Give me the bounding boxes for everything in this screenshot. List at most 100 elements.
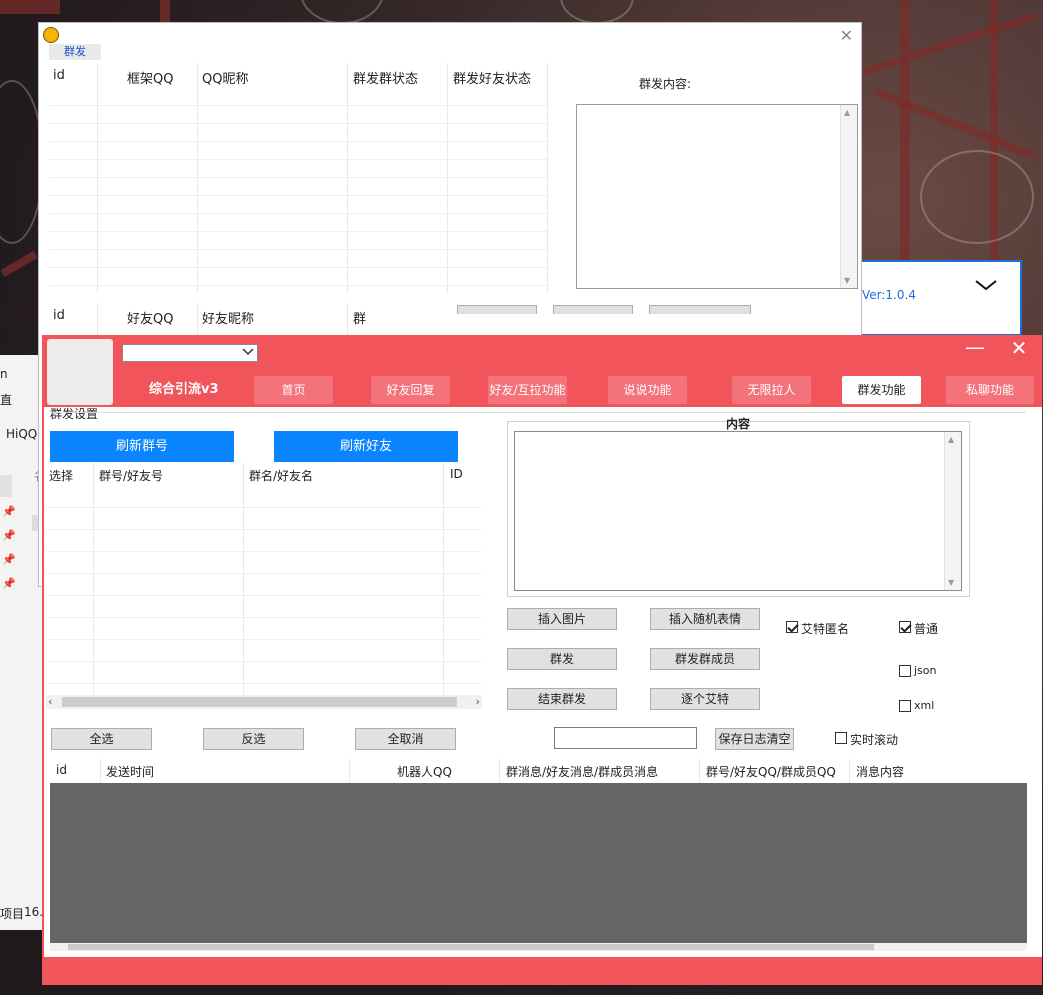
grid-line xyxy=(49,177,549,178)
stop-send-button[interactable]: 结束群发 xyxy=(507,688,617,710)
wallpaper-girder xyxy=(900,0,910,260)
explorer-selected-row[interactable] xyxy=(0,475,12,497)
column-header: 群号/好友号 xyxy=(99,469,164,483)
normal-checkbox[interactable] xyxy=(899,621,911,633)
horizontal-scrollbar[interactable]: ‹ › xyxy=(46,695,482,709)
anonymous-at-label: 艾特匿名 xyxy=(801,622,850,636)
scroll-up-icon[interactable]: ▲ xyxy=(948,435,954,444)
column-header: 框架QQ xyxy=(127,72,174,87)
hidden-button[interactable] xyxy=(457,305,537,314)
grid-line xyxy=(49,105,549,106)
insert-emoji-button[interactable]: 插入随机表情 xyxy=(650,608,760,630)
column-header: 群号/好友QQ/群成员QQ xyxy=(706,765,836,779)
wallpaper-girder xyxy=(863,12,1037,76)
select-all-button[interactable]: 全选 xyxy=(51,728,152,750)
column-header: id xyxy=(53,308,65,323)
grid-line xyxy=(849,759,850,783)
chevron-down-icon[interactable] xyxy=(242,347,254,357)
explorer-text: n xyxy=(0,367,8,381)
hidden-button[interactable] xyxy=(649,305,751,314)
explorer-status-items: 项目 xyxy=(0,907,25,921)
log-filter-input[interactable] xyxy=(554,727,697,749)
tab-friend-mutual[interactable]: 好友/互拉功能 xyxy=(488,376,567,404)
refresh-friends-button[interactable]: 刷新好友 xyxy=(274,431,458,462)
grid-line xyxy=(46,617,482,618)
tab-moments[interactable]: 说说功能 xyxy=(608,376,687,404)
grid-line xyxy=(49,213,549,214)
column-header: 发送时间 xyxy=(106,765,155,779)
scrollbar[interactable]: ▲ ▼ xyxy=(840,105,857,288)
scroll-down-icon[interactable]: ▼ xyxy=(948,578,954,587)
grid-line xyxy=(349,759,350,783)
version-popup: Ver:1.0.4 xyxy=(840,260,1022,336)
grid-line xyxy=(49,123,549,124)
grid-line xyxy=(46,507,482,508)
grid-line xyxy=(46,595,482,596)
window-border xyxy=(42,407,44,957)
realtime-scroll-label: 实时滚动 xyxy=(850,733,899,747)
grid-line xyxy=(97,63,98,293)
grid-line xyxy=(447,63,448,293)
send-members-button[interactable]: 群发群成员 xyxy=(650,648,760,670)
account-select[interactable] xyxy=(122,344,258,362)
content-title: 内容 xyxy=(726,417,751,431)
app-title: 综合引流v3 xyxy=(149,382,219,397)
tab-private-chat[interactable]: 私聊功能 xyxy=(946,376,1034,404)
scroll-right-icon[interactable]: › xyxy=(476,695,480,708)
explorer-status-size: 16. xyxy=(24,905,44,919)
chevron-down-icon[interactable] xyxy=(974,274,998,298)
main-app-window: 综合引流v3 — ✕ 首页 好友回复 好友/互拉功能 说说功能 无限拉人 群发功… xyxy=(42,335,1042,985)
scrollbar-thumb[interactable] xyxy=(68,944,874,950)
tab-friend-reply[interactable]: 好友回复 xyxy=(371,376,450,404)
tab-mass-send[interactable]: 群发 xyxy=(49,44,101,60)
pin-icon: 📌 xyxy=(2,505,16,518)
mass-content-textarea[interactable]: ▲ ▼ xyxy=(576,104,858,289)
scroll-left-icon[interactable]: ‹ xyxy=(48,695,52,708)
tab-unlimited-invite[interactable]: 无限拉人 xyxy=(732,376,811,404)
wallpaper-girder xyxy=(874,88,1036,160)
scrollbar[interactable]: ▲ ▼ xyxy=(944,432,961,590)
avatar[interactable] xyxy=(47,339,113,405)
scrollbar-thumb[interactable] xyxy=(62,697,457,707)
grid-line xyxy=(49,249,549,250)
scroll-down-icon[interactable]: ▼ xyxy=(844,276,850,285)
explorer-text: HiQQ xyxy=(6,427,38,441)
tab-home[interactable]: 首页 xyxy=(254,376,333,404)
grid-line xyxy=(49,141,549,142)
grid-line xyxy=(46,683,482,684)
log-table-body[interactable] xyxy=(50,783,1027,943)
xml-checkbox[interactable] xyxy=(899,700,911,712)
realtime-scroll-checkbox[interactable] xyxy=(835,732,847,744)
insert-image-button[interactable]: 插入图片 xyxy=(507,608,617,630)
pin-icon: 📌 xyxy=(2,529,16,542)
save-log-clear-button[interactable]: 保存日志清空 xyxy=(715,728,794,750)
hidden-button[interactable] xyxy=(553,305,633,314)
mass-send-button[interactable]: 群发 xyxy=(507,648,617,670)
scroll-up-icon[interactable]: ▲ xyxy=(844,108,850,117)
json-checkbox[interactable] xyxy=(899,665,911,677)
json-label: json xyxy=(914,664,937,677)
tab-mass-send[interactable]: 群发功能 xyxy=(842,376,921,404)
anonymous-at-checkbox[interactable] xyxy=(786,621,798,633)
deselect-all-button[interactable]: 全取消 xyxy=(355,728,456,750)
minimize-icon[interactable]: — xyxy=(964,337,986,359)
grid-line xyxy=(49,231,549,232)
content-textarea[interactable]: ▲ ▼ xyxy=(514,431,962,591)
close-icon[interactable]: ✕ xyxy=(840,26,853,45)
column-header: 群名/好友名 xyxy=(249,469,314,483)
grid-line xyxy=(49,285,549,286)
horizontal-scrollbar[interactable] xyxy=(50,943,1027,951)
invert-selection-button[interactable]: 反选 xyxy=(203,728,304,750)
wallpaper-wire xyxy=(920,150,1034,244)
at-each-button[interactable]: 逐个艾特 xyxy=(650,688,760,710)
grid-line xyxy=(46,573,482,574)
grid-line xyxy=(347,303,348,335)
wallpaper-girder xyxy=(160,0,170,22)
close-icon[interactable]: ✕ xyxy=(1008,337,1030,359)
grid-line xyxy=(46,551,482,552)
pin-icon: 📌 xyxy=(2,577,16,590)
grid-line xyxy=(499,759,500,783)
app-footer xyxy=(42,957,1042,985)
column-header: id xyxy=(56,763,67,777)
refresh-groups-button[interactable]: 刷新群号 xyxy=(50,431,234,462)
